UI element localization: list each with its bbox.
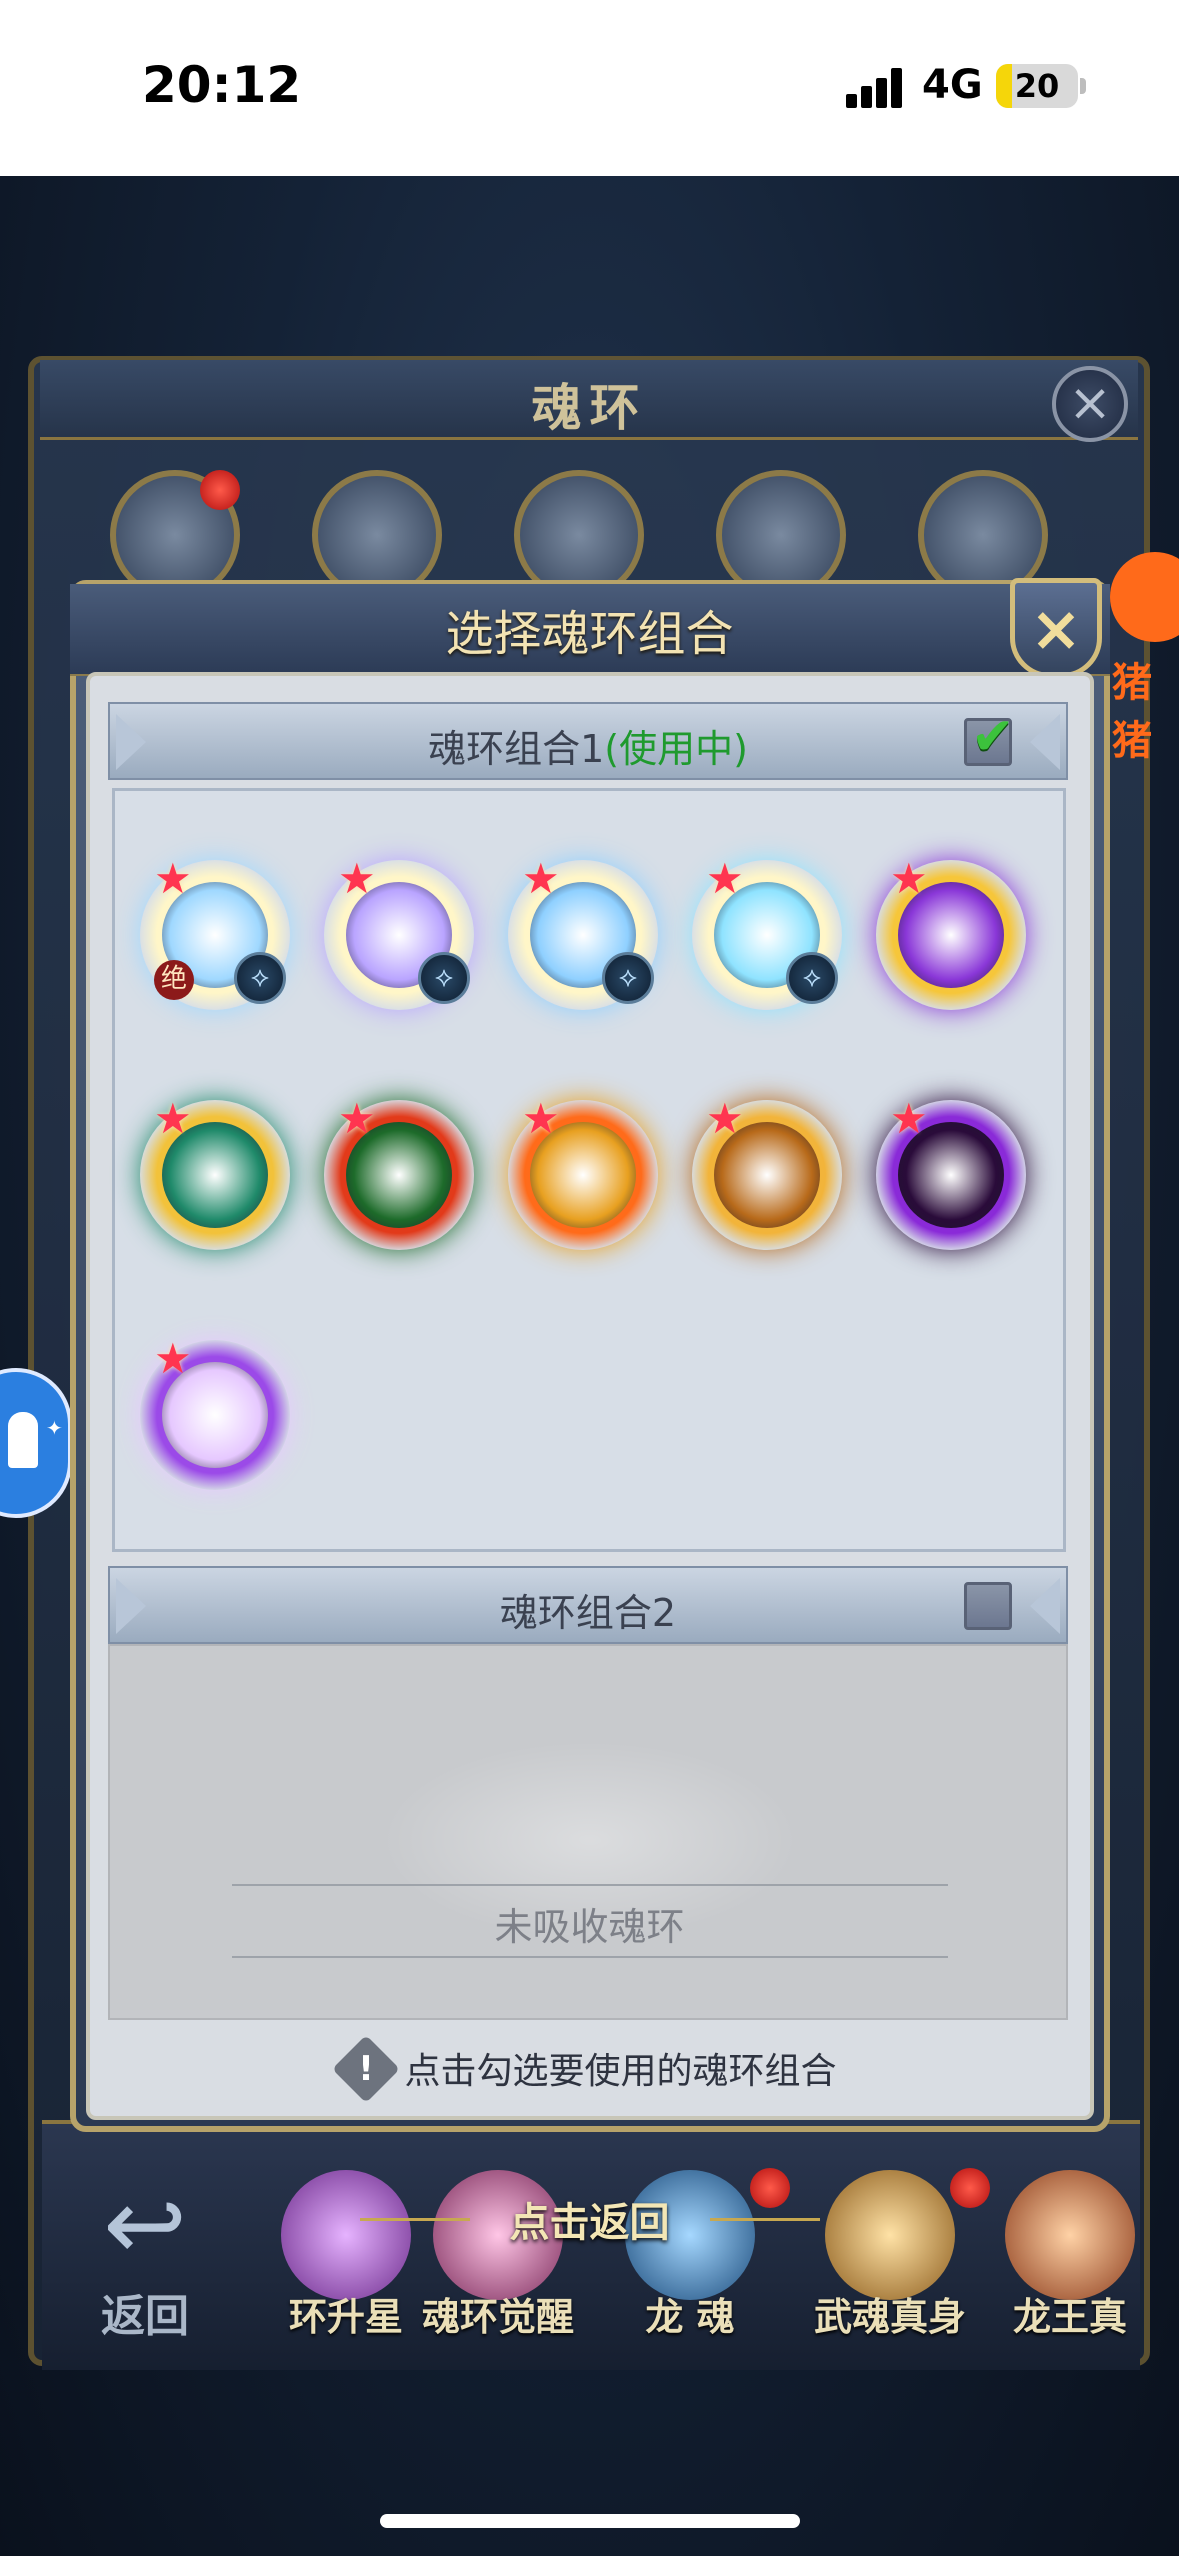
soul-bone-badge-icon: ⟡ — [786, 952, 838, 1004]
divider — [232, 1956, 948, 1958]
star-icon: ★ — [522, 1094, 560, 1143]
soul-bone-badge-icon: ⟡ — [602, 952, 654, 1004]
star-icon: ★ — [706, 1094, 744, 1143]
unique-mark: 绝 — [154, 960, 194, 1000]
soul-ring-5[interactable]: ★ — [876, 854, 1026, 1010]
tap-to-return[interactable]: 点击返回 — [0, 2190, 1179, 2248]
notification-dot — [200, 470, 240, 510]
hint-label: 点击勾选要使用的魂环组合 — [404, 2051, 837, 2092]
hint-text: ! 点击勾选要使用的魂环组合 — [0, 2035, 1179, 2103]
warning-icon: ! — [332, 2035, 401, 2103]
ring-combo-1-checkbox[interactable]: ✔ — [964, 707, 1015, 767]
star-icon: ★ — [890, 854, 928, 903]
soul-ring-4[interactable]: ★ ⟡ — [692, 854, 842, 1010]
window-close-icon[interactable]: × — [1052, 366, 1128, 442]
checkmark-icon: ✔ — [971, 707, 1015, 767]
soul-ring-3[interactable]: ★ ⟡ — [508, 854, 658, 1010]
soul-ring-10[interactable]: ★ — [876, 1094, 1026, 1250]
sparkle-icon: ✦ — [46, 1416, 63, 1440]
star-icon: ★ — [890, 1094, 928, 1143]
soul-ring-2[interactable]: ★ ⟡ — [324, 854, 474, 1010]
signal-icon — [846, 68, 904, 108]
battery-tip — [1080, 78, 1086, 94]
divider — [232, 1884, 948, 1886]
floating-app-label: 猪猪 — [1112, 660, 1152, 764]
network-type: 4G — [922, 62, 983, 108]
soul-ring-1[interactable]: ★ ⟡ 绝 — [140, 854, 290, 1010]
star-icon: ★ — [154, 1334, 192, 1383]
nav-item-label: 武魂真身 — [813, 2295, 966, 2339]
ring-combo-1-header[interactable]: 魂环组合1(使用中) ✔ — [108, 702, 1068, 780]
star-icon: ★ — [338, 1094, 376, 1143]
modal-title: 选择魂环组合 — [445, 606, 734, 662]
soul-ring-9[interactable]: ★ — [692, 1094, 842, 1250]
nav-item-label: 龙王真 — [1012, 2295, 1127, 2339]
in-use-status: (使用中) — [604, 727, 748, 771]
home-indicator[interactable] — [380, 2514, 800, 2528]
ring-combo-2-title: 魂环组合2 — [499, 1591, 677, 1635]
nav-item-label: 龙 魂 — [645, 2295, 735, 2339]
back-label: 返回 — [101, 2291, 189, 2342]
battery-icon: 20 — [996, 64, 1078, 108]
star-icon: ★ — [154, 1094, 192, 1143]
soul-ring-8[interactable]: ★ — [508, 1094, 658, 1250]
star-icon: ★ — [338, 854, 376, 903]
nav-item-label: 魂环觉醒 — [421, 2295, 574, 2339]
rocket-icon — [8, 1412, 38, 1468]
star-icon: ★ — [522, 854, 560, 903]
soul-bone-badge-icon: ⟡ — [418, 952, 470, 1004]
soul-ring-6[interactable]: ★ — [140, 1094, 290, 1250]
ring-combo-2-checkbox[interactable] — [964, 1582, 1012, 1630]
ring-combo-1-title: 魂环组合1(使用中) — [428, 727, 748, 771]
soul-ring-7[interactable]: ★ — [324, 1094, 474, 1250]
soul-bone-badge-icon: ⟡ — [234, 952, 286, 1004]
star-icon: ★ — [154, 854, 192, 903]
status-time: 20:12 — [142, 56, 302, 114]
empty-rings-text: 未吸收魂环 — [494, 1905, 685, 1949]
status-bar: 20:12 4G 20 — [0, 0, 1179, 176]
battery-level: 20 — [1014, 67, 1060, 105]
star-icon: ★ — [706, 854, 744, 903]
modal-close-button[interactable]: × — [1010, 578, 1102, 678]
soul-ring-window-title: 魂环 — [531, 379, 648, 437]
soul-ring-11[interactable]: ★ — [140, 1334, 290, 1490]
ring-combo-2-header[interactable]: 魂环组合2 — [108, 1566, 1068, 1644]
close-icon: × — [1030, 592, 1082, 665]
